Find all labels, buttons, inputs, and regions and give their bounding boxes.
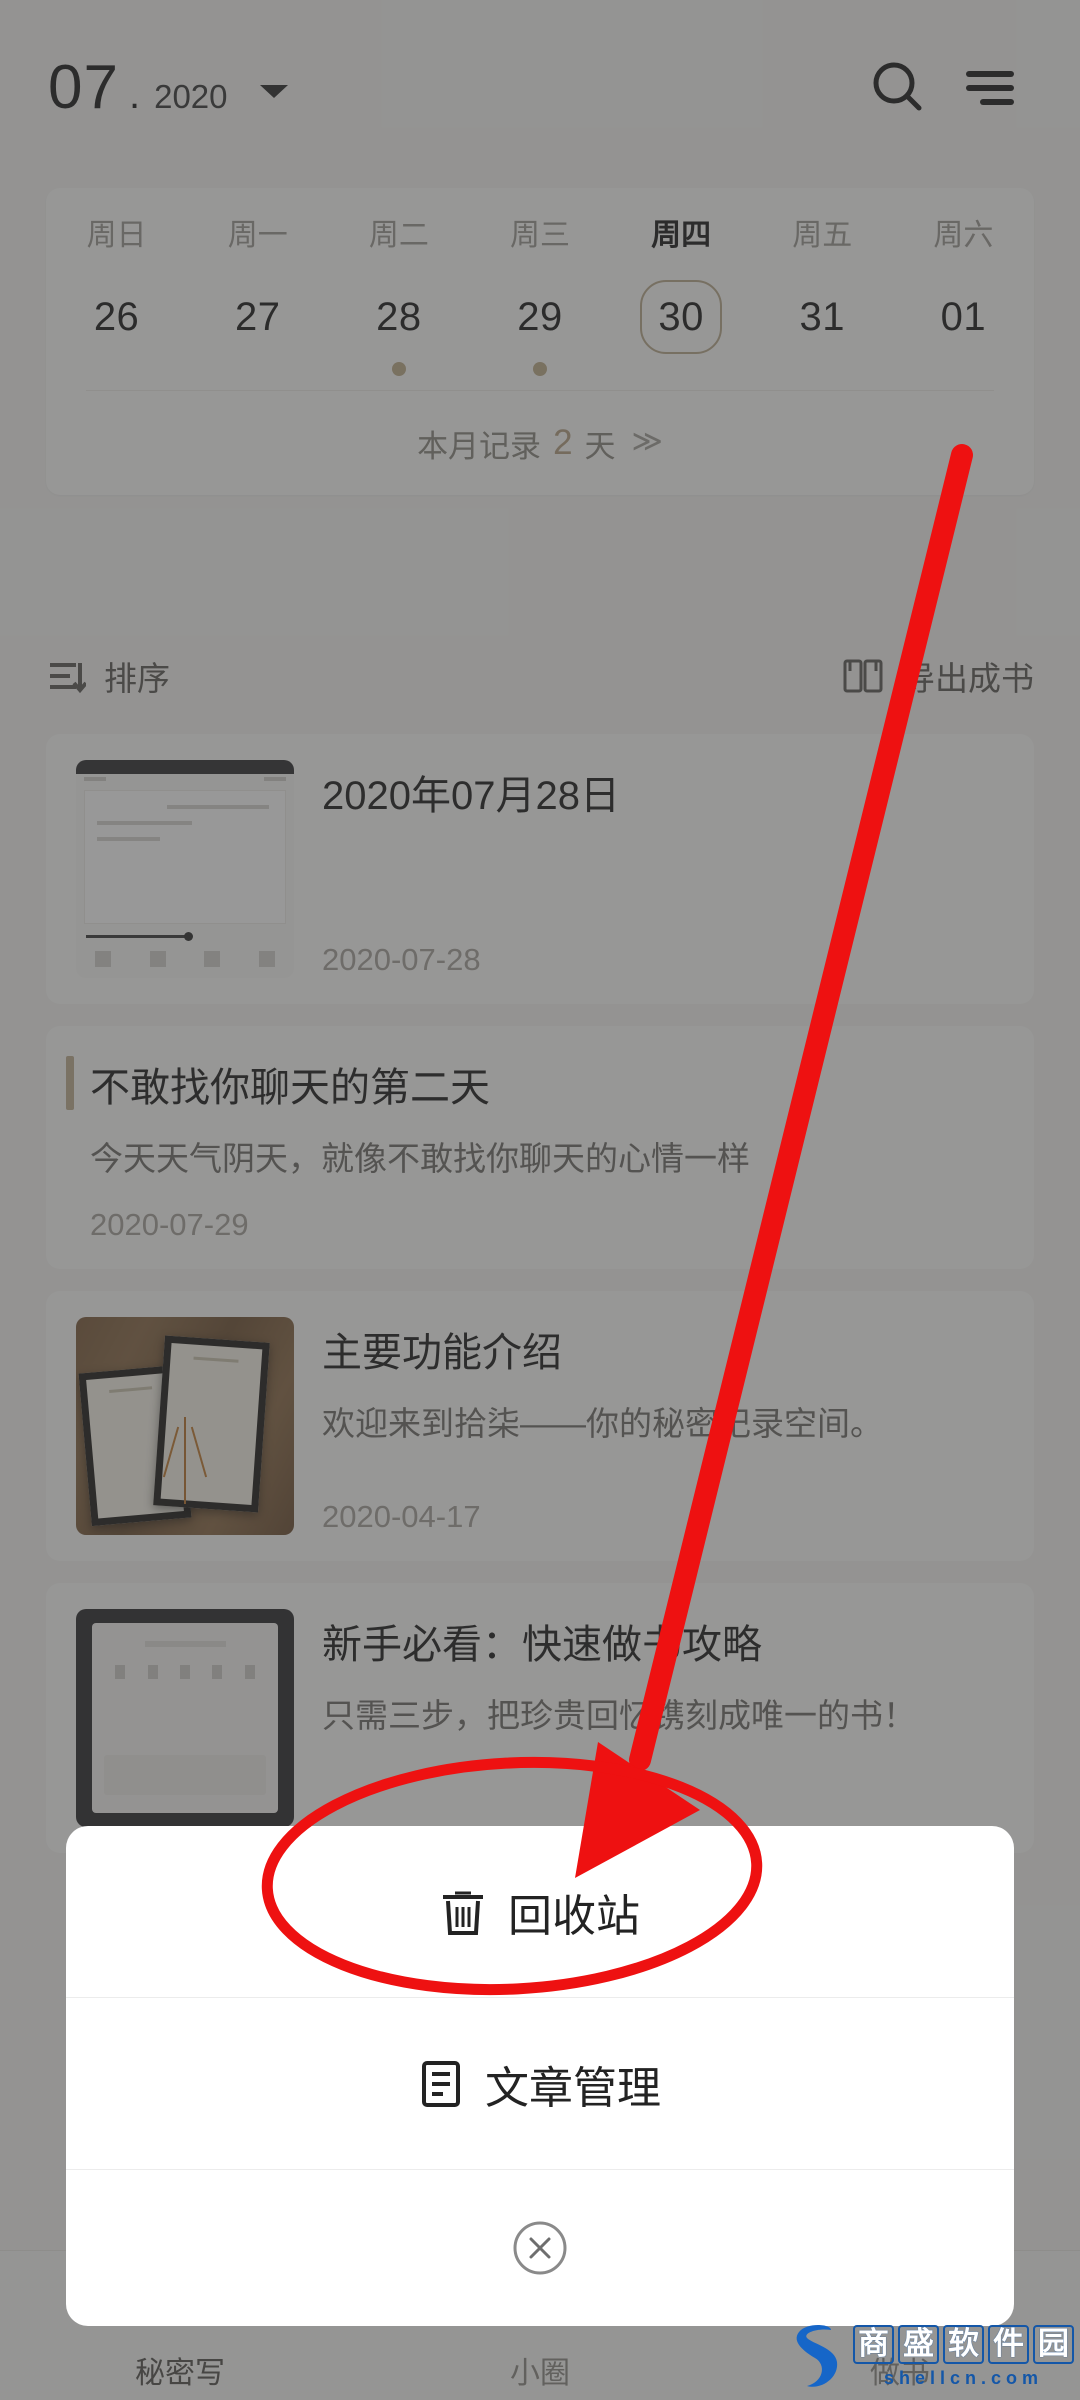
hamburger-menu-icon bbox=[966, 70, 1014, 105]
calendar-day-31[interactable]: 31 bbox=[752, 280, 893, 384]
entry-title: 新手必看：快速做书攻略 bbox=[322, 1622, 762, 1667]
document-list-icon bbox=[422, 2060, 460, 2107]
entry-date: 2020-07-29 bbox=[90, 1206, 249, 1242]
weekday-sat: 周六 bbox=[933, 219, 994, 252]
day-dot-slot bbox=[391, 354, 406, 384]
sheet-item-label: 文章管理 bbox=[485, 2063, 661, 2113]
watermark-char: 园 bbox=[1033, 2325, 1074, 2364]
calendar-day-number: 29 bbox=[517, 294, 563, 339]
screenshot-thumbnail bbox=[76, 760, 294, 978]
entry-body: 新手必看：快速做书攻略 只需三步，把珍贵回忆镌刻成唯一的书！ bbox=[322, 1609, 1004, 1827]
entry-date: 2020-07-28 bbox=[322, 942, 481, 977]
watermark-url: shellcn.com bbox=[883, 2367, 1044, 2388]
entry-title: 2020年07月28日 bbox=[322, 774, 620, 818]
entry-thumbnail bbox=[76, 1608, 294, 1827]
year-number: 2020 bbox=[154, 77, 228, 115]
phone-thumbnail bbox=[76, 1608, 294, 1827]
watermark-brand: 商 盛 软 件 园 bbox=[853, 2325, 1074, 2364]
entry-subtitle: 欢迎来到拾柒——你的秘密记录空间。 bbox=[322, 1404, 883, 1442]
entry-list-item[interactable]: 2020年07月28日 2020-07-28 bbox=[46, 734, 1034, 1004]
calendar-weekday-row: 周日 周一 周二 周三 周四 周五 周六 bbox=[46, 210, 1034, 280]
weekday-tue: 周二 bbox=[368, 219, 429, 252]
entry-date: 2020-04-17 bbox=[322, 1498, 481, 1534]
entry-list-item[interactable]: 不敢找你聊天的第二天 今天天气阴天，就像不敢找你聊天的心情一样 2020-07-… bbox=[46, 1026, 1034, 1269]
watermark-char: 软 bbox=[943, 2325, 984, 2364]
menu-button[interactable] bbox=[944, 42, 1036, 134]
month-year-separator: . bbox=[128, 72, 141, 117]
calendar-day-number: 31 bbox=[799, 294, 846, 339]
weekday-sun: 周日 bbox=[86, 219, 147, 252]
sort-button[interactable]: 排序 bbox=[46, 652, 170, 700]
book-icon bbox=[843, 659, 883, 693]
entry-list-item[interactable]: 主要功能介绍 欢迎来到拾柒——你的秘密记录空间。 2020-04-17 bbox=[46, 1290, 1034, 1561]
calendar-day-number: 26 bbox=[93, 294, 140, 339]
search-icon bbox=[873, 62, 922, 110]
entry-subtitle: 今天天气阴天，就像不敢找你聊天的心情一样 bbox=[90, 1140, 750, 1177]
nav-tab-label: 秘密写 bbox=[135, 2357, 225, 2390]
calendar-day-01[interactable]: 01 bbox=[893, 280, 1034, 384]
calendar-day-number: 01 bbox=[940, 294, 987, 339]
sort-label: 排序 bbox=[104, 660, 170, 697]
sheet-item-article-management[interactable]: 文章管理 bbox=[66, 1998, 1014, 2170]
sheet-close-button[interactable] bbox=[66, 2170, 1014, 2326]
entry-subtitle: 只需三步，把珍贵回忆镌刻成唯一的书！ bbox=[322, 1696, 916, 1734]
app-header: 07 . 2020 bbox=[0, 0, 1080, 175]
has-entry-dot bbox=[532, 362, 547, 376]
photo-thumbnail bbox=[76, 1316, 294, 1535]
close-circle-icon bbox=[513, 2221, 567, 2275]
calendar-day-number: 28 bbox=[376, 294, 422, 339]
trash-icon bbox=[443, 1891, 483, 1935]
entry-title: 不敢找你聊天的第二天 bbox=[90, 1066, 490, 1110]
entry-body: 不敢找你聊天的第二天 今天天气阴天，就像不敢找你聊天的心情一样 2020-07-… bbox=[90, 1052, 1004, 1243]
nav-tab-label: 小圈 bbox=[510, 2357, 570, 2390]
entry-thumbnail bbox=[76, 1316, 294, 1535]
export-book-button[interactable]: 导出成书 bbox=[842, 652, 1034, 700]
entry-title: 主要功能介绍 bbox=[322, 1330, 562, 1375]
calendar-date-row: 26 27 28 29 30 31 01 bbox=[46, 280, 1034, 384]
weekday-mon: 周一 bbox=[227, 219, 288, 252]
entry-body: 2020年07月28日 2020-07-28 bbox=[322, 760, 1004, 978]
month-summary-suffix: 天 bbox=[584, 428, 616, 464]
calendar-day-29[interactable]: 29 bbox=[469, 280, 610, 384]
site-watermark: 商 盛 软 件 园 shellcn.com bbox=[787, 2320, 1074, 2394]
month-summary-expander[interactable]: 本月记录 2 天 ≫ bbox=[46, 391, 1034, 495]
entry-thumbnail bbox=[76, 760, 294, 978]
month-year-selector[interactable]: 07 . 2020 bbox=[48, 52, 288, 122]
entry-accent-bar bbox=[66, 1056, 74, 1110]
sort-icon bbox=[50, 663, 86, 694]
watermark-char: 盛 bbox=[898, 2325, 939, 2364]
double-chevron-down-icon: ≫ bbox=[631, 424, 663, 458]
entry-body: 主要功能介绍 欢迎来到拾柒——你的秘密记录空间。 2020-04-17 bbox=[322, 1317, 1004, 1535]
list-toolbar: 排序 导出成书 bbox=[0, 620, 1080, 732]
sheet-item-recycle-bin[interactable]: 回收站 bbox=[66, 1826, 1014, 1998]
has-entry-dot bbox=[391, 362, 406, 376]
month-summary-count: 2 bbox=[553, 423, 573, 462]
weekday-thu: 周四 bbox=[651, 219, 712, 252]
weekday-fri: 周五 bbox=[792, 219, 853, 252]
export-label: 导出成书 bbox=[902, 660, 1034, 697]
calendar-card: 周日 周一 周二 周三 周四 周五 周六 26 27 28 29 30 31 0… bbox=[46, 188, 1034, 495]
phone-screen: 07 . 2020 周日 周一 周二 周三 周四 周五 周六 26 27 28 … bbox=[0, 0, 1080, 2400]
month-number: 07 bbox=[48, 52, 119, 122]
entry-list-item[interactable]: 新手必看：快速做书攻略 只需三步，把珍贵回忆镌刻成唯一的书！ bbox=[46, 1582, 1034, 1853]
watermark-char: 商 bbox=[853, 2325, 894, 2364]
search-button[interactable] bbox=[852, 42, 944, 134]
watermark-text: 商 盛 软 件 园 shellcn.com bbox=[853, 2325, 1074, 2388]
month-summary-prefix: 本月记录 bbox=[417, 428, 542, 464]
chevron-down-icon bbox=[259, 85, 288, 98]
sheet-item-label: 回收站 bbox=[508, 1891, 640, 1941]
entry-list: 2020年07月28日 2020-07-28 不敢找你聊天的第二天 今天天气阴天… bbox=[46, 734, 1034, 1875]
s-logo-icon bbox=[796, 2325, 838, 2387]
calendar-day-26[interactable]: 26 bbox=[46, 280, 187, 384]
calendar-day-30[interactable]: 30 bbox=[611, 280, 752, 384]
calendar-day-number: 27 bbox=[234, 294, 281, 339]
calendar-day-27[interactable]: 27 bbox=[187, 280, 328, 384]
watermark-char: 件 bbox=[988, 2325, 1029, 2364]
calendar-day-28[interactable]: 28 bbox=[328, 280, 469, 384]
day-dot-slot bbox=[532, 354, 547, 384]
calendar-day-number-selected: 30 bbox=[640, 280, 723, 354]
weekday-wed: 周三 bbox=[509, 219, 570, 252]
action-bottom-sheet: 回收站 文章管理 bbox=[66, 1826, 1014, 2326]
